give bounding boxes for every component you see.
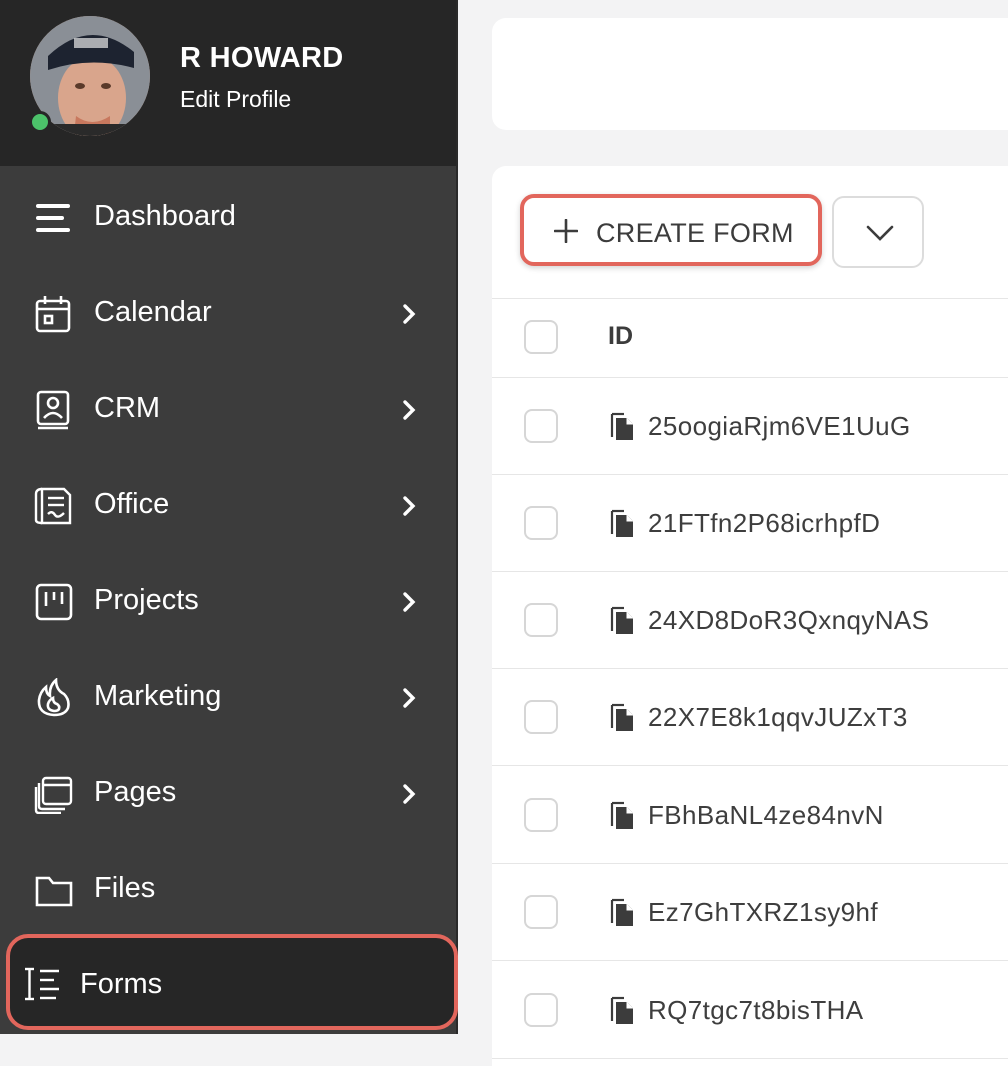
chevron-right-icon: [403, 784, 416, 804]
row-checkbox[interactable]: [524, 603, 558, 637]
sidebar: R HOWARD Edit Profile Dashboard Calendar: [0, 0, 458, 1034]
document-icon: [610, 996, 633, 1024]
create-form-label: CREATE FORM: [596, 218, 794, 248]
edit-profile-link[interactable]: Edit Profile: [180, 86, 291, 113]
document-icon: [610, 509, 633, 537]
chevron-down-icon: [866, 225, 894, 241]
chevron-right-icon: [403, 400, 416, 420]
document-icon: [610, 801, 633, 829]
sidebar-item-label: Dashboard: [94, 200, 236, 232]
sidebar-item-crm[interactable]: CRM: [0, 362, 456, 458]
sidebar-item-label: Projects: [94, 584, 199, 616]
select-all-checkbox[interactable]: [524, 320, 558, 354]
table-row[interactable]: 21FTfn2P68icrhpfD: [492, 475, 1008, 572]
sidebar-item-marketing[interactable]: Marketing: [0, 650, 456, 746]
chevron-right-icon: [403, 592, 416, 612]
form-list-icon: [25, 967, 59, 1001]
row-checkbox[interactable]: [524, 700, 558, 734]
menu-icon: [36, 204, 70, 232]
sidebar-item-label: Marketing: [94, 680, 222, 712]
table-row[interactable]: FBhBaNL4ze84nvN: [492, 767, 1008, 864]
table-row[interactable]: 22X7E8k1qqvJUZxT3: [492, 669, 1008, 766]
sidebar-nav: Dashboard Calendar CRM Office Projects M…: [0, 170, 456, 938]
sidebar-item-label: Calendar: [94, 296, 212, 328]
sidebar-item-label: Files: [94, 872, 156, 904]
sidebar-item-office[interactable]: Office: [0, 458, 456, 554]
plus-icon: [554, 219, 578, 243]
profile-header: R HOWARD Edit Profile: [0, 0, 456, 166]
row-checkbox[interactable]: [524, 798, 558, 832]
divider: [492, 1058, 1008, 1059]
kanban-icon: [35, 583, 73, 621]
row-checkbox[interactable]: [524, 993, 558, 1027]
form-id-link[interactable]: 21FTfn2P68icrhpfD: [648, 508, 880, 539]
divider: [492, 298, 1008, 299]
sidebar-item-label: Pages: [94, 776, 177, 808]
profile-name: R HOWARD: [180, 42, 344, 74]
divider: [492, 765, 1008, 766]
form-id-link[interactable]: FBhBaNL4ze84nvN: [648, 800, 884, 831]
table-row[interactable]: 24XD8DoR3QxnqyNAS: [492, 572, 1008, 669]
row-checkbox[interactable]: [524, 506, 558, 540]
form-id-link[interactable]: RQ7tgc7t8bisTHA: [648, 995, 864, 1026]
sidebar-item-dashboard[interactable]: Dashboard: [0, 170, 456, 266]
sidebar-item-pages[interactable]: Pages: [0, 746, 456, 842]
divider: [492, 960, 1008, 961]
document-icon: [610, 703, 633, 731]
sidebar-item-label: CRM: [94, 392, 161, 424]
form-id-link[interactable]: 24XD8DoR3QxnqyNAS: [648, 605, 929, 636]
row-checkbox[interactable]: [524, 409, 558, 443]
column-header-id[interactable]: ID: [608, 322, 633, 351]
sidebar-item-calendar[interactable]: Calendar: [0, 266, 456, 362]
table-row[interactable]: 25oogiaRjm6VE1UuG: [492, 378, 1008, 475]
flame-icon: [37, 678, 70, 717]
sidebar-item-forms[interactable]: Forms: [6, 934, 458, 1030]
pages-stack-icon: [34, 776, 73, 814]
sidebar-item-files[interactable]: Files: [0, 842, 456, 938]
form-id-link[interactable]: 25oogiaRjm6VE1UuG: [648, 411, 911, 442]
top-header-card: [492, 18, 1008, 130]
chevron-right-icon: [403, 304, 416, 324]
contact-book-icon: [36, 390, 70, 430]
sidebar-item-label: Office: [94, 488, 170, 520]
document-icon: [610, 606, 633, 634]
document-icon: [610, 898, 633, 926]
calendar-icon: [35, 296, 71, 333]
chevron-right-icon: [403, 688, 416, 708]
table-row[interactable]: RQ7tgc7t8bisTHA: [492, 962, 1008, 1059]
row-checkbox[interactable]: [524, 895, 558, 929]
create-form-button[interactable]: CREATE FORM: [520, 194, 822, 266]
document-scroll-icon: [34, 487, 72, 525]
form-id-link[interactable]: Ez7GhTXRZ1sy9hf: [648, 897, 878, 928]
create-options-dropdown-button[interactable]: [832, 196, 924, 268]
online-status-dot: [29, 111, 51, 133]
folder-icon: [35, 876, 73, 907]
form-id-link[interactable]: 22X7E8k1qqvJUZxT3: [648, 702, 908, 733]
document-icon: [610, 412, 633, 440]
sidebar-item-projects[interactable]: Projects: [0, 554, 456, 650]
sidebar-item-label: Forms: [80, 968, 163, 1000]
chevron-right-icon: [403, 496, 416, 516]
table-row[interactable]: Ez7GhTXRZ1sy9hf: [492, 864, 1008, 961]
